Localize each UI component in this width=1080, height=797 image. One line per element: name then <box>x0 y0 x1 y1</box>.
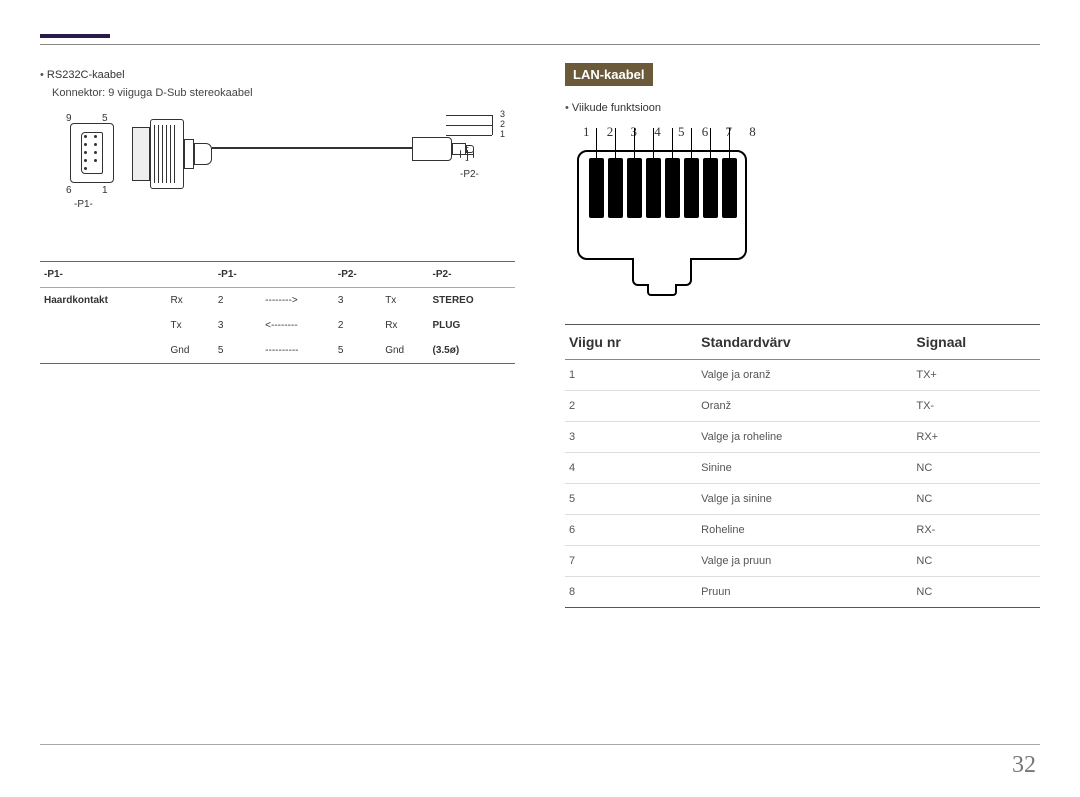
lan-cell: NC <box>912 484 1040 515</box>
lan-bullet: Viikude funktsioon <box>565 102 1040 114</box>
lan-cell: TX- <box>912 391 1040 422</box>
lan-cell: Roheline <box>697 515 912 546</box>
table-row: 6RohelineRX- <box>565 515 1040 546</box>
rs232-cell: 3 <box>214 313 261 338</box>
rs232-cell: Gnd <box>381 338 428 364</box>
table-row: 8PruunNC <box>565 577 1040 608</box>
lan-header-cell: Signaal <box>912 325 1040 360</box>
rs232-header-cell <box>381 262 428 288</box>
lan-cell: RX+ <box>912 422 1040 453</box>
table-row: 3Valge ja rohelineRX+ <box>565 422 1040 453</box>
p1-label: -P1- <box>74 199 93 210</box>
lan-cell: 2 <box>565 391 697 422</box>
rs232-cell: 3 <box>334 288 381 314</box>
rs232-cell: Haardkontakt <box>40 288 167 314</box>
page-number: 32 <box>1012 752 1036 779</box>
lan-cell: 4 <box>565 453 697 484</box>
rs232-cell <box>40 313 167 338</box>
jack-label-3: 3 <box>500 109 505 119</box>
rs232-cell: Rx <box>381 313 428 338</box>
lan-cell: NC <box>912 577 1040 608</box>
rs232-cable-diagram: 9 5 6 1 -P1- <box>40 113 515 253</box>
rs232-cell: Rx <box>167 288 214 314</box>
lan-cell: NC <box>912 453 1040 484</box>
two-column-layout: RS232C-kaabel Konnektor: 9 viiguga D-Sub… <box>40 63 1040 608</box>
header-divider <box>40 44 1040 45</box>
right-column: LAN-kaabel Viikude funktsioon 1 2 3 4 5 … <box>565 63 1040 608</box>
rs232-cell <box>40 338 167 364</box>
table-row: HaardkontaktRx2-------->3TxSTEREO <box>40 288 515 314</box>
lan-cell: Pruun <box>697 577 912 608</box>
lan-cell: Oranž <box>697 391 912 422</box>
lan-cell: TX+ <box>912 360 1040 391</box>
lan-cell: 7 <box>565 546 697 577</box>
rs232-header-cell: -P2- <box>334 262 381 288</box>
rs232-cell: 2 <box>214 288 261 314</box>
lan-cell: RX- <box>912 515 1040 546</box>
lan-cell: 5 <box>565 484 697 515</box>
rs232-cell: (3.5ø) <box>429 338 515 364</box>
rs232-header-cell <box>167 262 214 288</box>
left-column: RS232C-kaabel Konnektor: 9 viiguga D-Sub… <box>40 63 515 608</box>
rs232-cell: 5 <box>334 338 381 364</box>
rs232-header-cell: -P1- <box>40 262 167 288</box>
rs232-connector-desc: Konnektor: 9 viiguga D-Sub stereokaabel <box>52 87 515 99</box>
table-row: 4SinineNC <box>565 453 1040 484</box>
lan-cell: Sinine <box>697 453 912 484</box>
table-row: Gnd5----------5Gnd(3.5ø) <box>40 338 515 364</box>
rs232-header-cell: -P1- <box>214 262 261 288</box>
lan-cell: 1 <box>565 360 697 391</box>
rs232-bullet: RS232C-kaabel <box>40 69 515 81</box>
footer-divider <box>40 744 1040 745</box>
rs232-cell: 5 <box>214 338 261 364</box>
lan-cell: Valge ja oranž <box>697 360 912 391</box>
jack-label-2: 2 <box>500 119 505 129</box>
cable-plug-icon <box>132 119 212 189</box>
table-row: Tx3<--------2RxPLUG <box>40 313 515 338</box>
rs232-cell: PLUG <box>429 313 515 338</box>
rs232-cell: 2 <box>334 313 381 338</box>
table-row: 7Valge ja pruunNC <box>565 546 1040 577</box>
lan-pinout-table: Viigu nrStandardvärvSignaal 1Valge ja or… <box>565 324 1040 608</box>
rj45-connector-icon <box>577 150 747 260</box>
rj45-diagram: 1 2 3 4 5 6 7 8 <box>577 124 1040 304</box>
rs232-header-cell: -P2- <box>429 262 515 288</box>
table-row: 5Valge ja sinineNC <box>565 484 1040 515</box>
table-row: 1Valge ja oranžTX+ <box>565 360 1040 391</box>
jack-label-1: 1 <box>500 129 505 139</box>
lan-cell: Valge ja sinine <box>697 484 912 515</box>
rs232-cell: ---------- <box>261 338 334 364</box>
lan-header-cell: Standardvärv <box>697 325 912 360</box>
lan-section-heading: LAN-kaabel <box>565 63 653 86</box>
table-row: 2OranžTX- <box>565 391 1040 422</box>
lan-cell: 3 <box>565 422 697 453</box>
dsub-connector-icon <box>70 123 114 183</box>
lan-cell: Valge ja pruun <box>697 546 912 577</box>
cable-line <box>212 147 412 149</box>
pin-label-1: 1 <box>102 185 108 196</box>
pin-label-6: 6 <box>66 185 72 196</box>
rs232-cell: --------> <box>261 288 334 314</box>
rs232-pinout-table: -P1--P1--P2--P2- HaardkontaktRx2--------… <box>40 261 515 364</box>
rs232-cell: Tx <box>381 288 428 314</box>
rs232-cell: Tx <box>167 313 214 338</box>
lan-cell: Valge ja roheline <box>697 422 912 453</box>
p2-label: -P2- <box>460 169 479 180</box>
lan-cell: 6 <box>565 515 697 546</box>
rs232-header-cell <box>261 262 334 288</box>
rs232-cell: Gnd <box>167 338 214 364</box>
rs232-cell: <-------- <box>261 313 334 338</box>
rs232-cell: STEREO <box>429 288 515 314</box>
lan-cell: NC <box>912 546 1040 577</box>
lan-header-cell: Viigu nr <box>565 325 697 360</box>
header-accent-rule <box>40 34 110 38</box>
lan-cell: 8 <box>565 577 697 608</box>
